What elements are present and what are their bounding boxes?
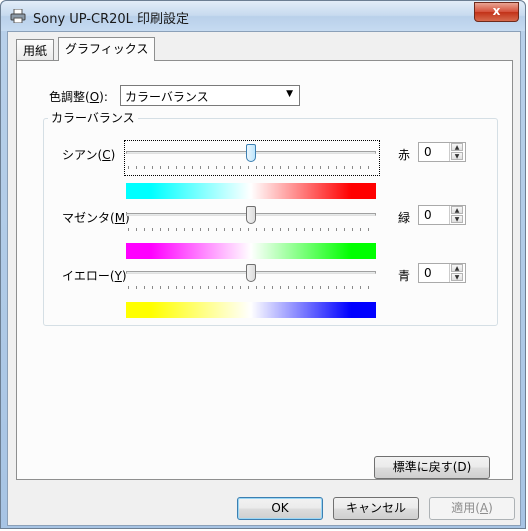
spin-up-icon[interactable]: ▲ [451,264,463,272]
restore-default-button[interactable]: 標準に戻す(D) [374,456,490,479]
color-adjust-label: 色調整(O): [49,90,108,104]
yellow-slider[interactable] [126,264,376,292]
tab-paper-label: 用紙 [23,44,48,58]
yellow-slider-label: イエロー(Y) [62,269,127,283]
cyan-slider[interactable] [126,144,376,172]
yellow-slider-thumb[interactable] [246,264,256,282]
yellow-right-label: 青 [398,269,411,283]
color-adjust-selected: カラーバランス [125,90,209,104]
spin-up-icon[interactable]: ▲ [451,206,463,214]
cyan-right-label: 赤 [398,148,411,162]
yellow-value: 0 [424,266,432,280]
cyan-value: 0 [424,145,432,159]
printer-icon [10,9,26,23]
spin-down-icon[interactable]: ▼ [451,152,463,160]
ok-button[interactable]: OK [237,497,323,520]
apply-label: 適用(A) [451,501,493,515]
close-icon: x [492,4,501,18]
spin-down-icon[interactable]: ▼ [451,215,463,223]
dropdown-arrow-icon: ▼ [286,89,293,99]
spin-down-icon[interactable]: ▼ [451,273,463,281]
spin-up-icon[interactable]: ▲ [451,143,463,151]
cancel-label: キャンセル [345,501,406,515]
tab-graphics-label: グラフィックス [65,42,149,56]
window-title: Sony UP-CR20L 印刷設定 [33,12,190,27]
magenta-value-spinner[interactable]: 0 ▲ ▼ [418,205,466,225]
yellow-value-spinner[interactable]: 0 ▲ ▼ [418,263,466,283]
cyan-slider-thumb[interactable] [246,144,256,162]
cyan-value-spinner[interactable]: 0 ▲ ▼ [418,142,466,162]
cancel-button[interactable]: キャンセル [333,497,419,520]
tab-paper[interactable]: 用紙 [16,39,55,61]
magenta-value: 0 [424,208,432,222]
cyan-red-gradient-bar [126,183,376,199]
magenta-slider-label: マゼンタ(M) [62,211,130,225]
title-bar[interactable]: Sony UP-CR20L 印刷設定 x [1,1,525,31]
yellow-blue-gradient-bar [126,302,376,318]
ok-label: OK [271,501,289,515]
restore-default-label: 標準に戻す(D) [392,460,472,474]
magenta-green-gradient-bar [126,243,376,259]
cyan-slider-label: シアン(C) [62,148,116,162]
magenta-slider[interactable] [126,206,376,234]
dialog-client-area: 用紙 グラフィックス 色調整(O): カラーバランス ▼ カラーバランス シアン… [7,31,521,526]
close-button[interactable]: x [474,2,519,22]
magenta-slider-thumb[interactable] [246,206,256,224]
apply-button[interactable]: 適用(A) [429,497,515,520]
dialog-window: Sony UP-CR20L 印刷設定 x 用紙 グラフィックス 色調整(O): … [0,0,526,529]
color-adjust-dropdown[interactable]: カラーバランス ▼ [120,85,300,106]
magenta-right-label: 緑 [398,211,411,225]
tab-graphics[interactable]: グラフィックス [58,37,156,61]
color-balance-group-title: カラーバランス [48,109,138,126]
